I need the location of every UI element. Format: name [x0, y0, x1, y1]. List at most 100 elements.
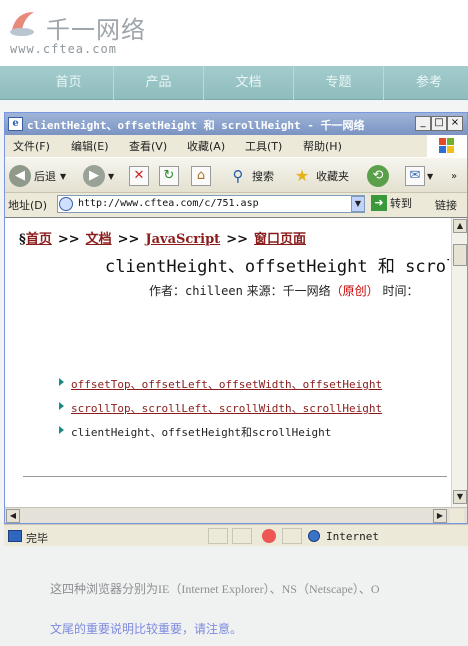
time-label: 时间： [378, 284, 419, 298]
site-logo-text[interactable]: 千一网络 [46, 10, 146, 45]
vertical-scrollbar[interactable]: ▲ ▼ [451, 218, 467, 508]
ie-page-icon: e [8, 117, 23, 131]
horizontal-scrollbar[interactable]: ◀ ▶ [5, 507, 467, 523]
nav-docs[interactable]: 文档 [204, 66, 294, 100]
back-button[interactable]: ◀ 后退 ▼ [9, 164, 66, 188]
author-name: chilleen [185, 284, 243, 298]
related-current: clientHeight、offsetHeight和scrollHeight [71, 426, 332, 439]
status-text: 完毕 [26, 532, 48, 545]
content-divider [23, 476, 447, 477]
back-dropdown-icon[interactable]: ▼ [60, 172, 66, 181]
related-link-scroll[interactable]: scrollTop、scrollLeft、scrollWidth、scrollH… [71, 402, 382, 415]
mail-icon: ✉ [405, 166, 425, 186]
address-page-icon [59, 197, 73, 211]
go-icon: ➜ [371, 195, 387, 211]
history-button[interactable]: ⟲ [367, 164, 392, 188]
breadcrumb-separator: >> [57, 232, 80, 247]
toolbar-overflow-icon[interactable]: » [451, 164, 457, 188]
breadcrumb-section-mark: § [19, 232, 26, 247]
window-title: clientHeight、offsetHeight 和 scrollHeight… [27, 119, 365, 132]
mail-button[interactable]: ✉ ▼ [405, 164, 433, 188]
menu-help[interactable]: 帮助(H) [303, 138, 342, 154]
breadcrumb: §首页 >> 文档 >> JavaScript >> 窗口页面 [19, 228, 306, 247]
scroll-right-icon[interactable]: ▶ [433, 509, 447, 523]
mail-dropdown-icon[interactable]: ▼ [427, 172, 433, 181]
scroll-down-icon[interactable]: ▼ [453, 490, 467, 504]
source-tag: （原创） [330, 284, 379, 298]
address-input[interactable]: http://www.cftea.com/c/751.asp [57, 195, 365, 213]
back-label: 后退 [34, 170, 56, 183]
ie-window: e clientHeight、offsetHeight 和 scrollHeig… [4, 112, 468, 524]
breadcrumb-separator: >> [226, 232, 248, 247]
forward-icon: ▶ [83, 165, 105, 187]
nav-reference[interactable]: 参考 [384, 66, 468, 100]
address-bar: 地址(D) http://www.cftea.com/c/751.asp ▼ ➜… [5, 193, 467, 215]
source-name: 千一网络 [282, 284, 331, 298]
nav-topics[interactable]: 专题 [294, 66, 384, 100]
status-cell [282, 528, 302, 544]
related-link-offset[interactable]: offsetTop、offsetLeft、offsetWidth、offsetH… [71, 378, 382, 391]
go-label: 转到 [390, 197, 412, 210]
home-icon: ⌂ [191, 166, 211, 186]
favorites-label: 收藏夹 [316, 170, 349, 183]
refresh-button[interactable]: ↻ [159, 164, 179, 188]
scroll-left-icon[interactable]: ◀ [6, 509, 20, 523]
back-icon: ◀ [9, 165, 31, 187]
search-icon: ⚲ [232, 167, 244, 185]
list-item: clientHeight、offsetHeight和scrollHeight [57, 424, 382, 448]
bullet-icon [59, 426, 64, 434]
done-icon [8, 530, 22, 542]
close-icon[interactable]: × [447, 116, 463, 131]
address-label: 地址(D) [8, 199, 48, 212]
site-text-browsers: 这四种浏览器分别为IE（Internet Explorer）、NS（Netsca… [50, 582, 380, 596]
source-label: 来源： [242, 284, 283, 298]
menu-file[interactable]: 文件(F) [13, 138, 50, 154]
bullet-icon [59, 402, 64, 410]
favorites-button[interactable]: ★ 收藏夹 [291, 164, 349, 188]
menu-tools[interactable]: 工具(T) [245, 138, 282, 154]
breadcrumb-docs[interactable]: 文档 [86, 232, 112, 247]
home-button[interactable]: ⌂ [191, 164, 211, 188]
popup-blocked-icon[interactable] [262, 529, 276, 543]
favorites-icon: ★ [294, 166, 310, 185]
go-button[interactable]: ➜ 转到 [371, 195, 412, 211]
links-button[interactable]: 链接 [435, 197, 457, 213]
logo-icon [10, 12, 34, 36]
nav-home[interactable]: 首页 [24, 66, 114, 100]
page-title: clientHeight、offsetHeight 和 scrollHeight [105, 257, 449, 277]
article-meta: 作者：chilleen 来源：千一网络（原创） 时间： [149, 282, 449, 299]
forward-dropdown-icon[interactable]: ▼ [108, 172, 114, 181]
list-item: offsetTop、offsetLeft、offsetWidth、offsetH… [57, 376, 382, 400]
refresh-icon: ↻ [159, 166, 179, 186]
minimize-icon[interactable]: _ [415, 116, 431, 131]
internet-zone-icon [308, 530, 320, 542]
search-label: 搜索 [252, 170, 274, 183]
site-text-note[interactable]: 文尾的重要说明比较重要，请注意。 [50, 620, 242, 637]
menu-view[interactable]: 查看(V) [129, 138, 167, 154]
breadcrumb-separator: >> [117, 232, 140, 247]
scroll-up-icon[interactable]: ▲ [453, 219, 467, 233]
security-zone-label: Internet [326, 530, 379, 543]
scroll-corner [450, 509, 464, 523]
search-button[interactable]: ⚲ 搜索 [227, 164, 275, 188]
breadcrumb-window-page[interactable]: 窗口页面 [254, 232, 306, 247]
bullet-icon [59, 378, 64, 386]
stop-button[interactable]: ✕ [129, 164, 149, 188]
address-dropdown-icon[interactable]: ▼ [351, 196, 365, 212]
forward-button[interactable]: ▶ ▼ [83, 164, 114, 188]
site-nav: 首页 产品 文档 专题 参考 [0, 66, 468, 100]
breadcrumb-home[interactable]: 首页 [26, 232, 52, 247]
menu-edit[interactable]: 编辑(E) [71, 138, 109, 154]
list-item: scrollTop、scrollLeft、scrollWidth、scrollH… [57, 400, 382, 424]
page-viewport: §首页 >> 文档 >> JavaScript >> 窗口页面 clientHeight、o… [5, 217, 467, 508]
menu-favorites[interactable]: 收藏(A) [187, 138, 225, 154]
title-bar[interactable]: e clientHeight、offsetHeight 和 scrollHeig… [5, 113, 467, 135]
menu-bar: 文件(F) 编辑(E) 查看(V) 收藏(A) 工具(T) 帮助(H) [5, 135, 467, 157]
toolbar: ◀ 后退 ▼ ▶ ▼ ✕ ↻ ⌂ ⚲ 搜索 ★ 收藏夹 ⟲ ✉ ▼ » [5, 157, 467, 193]
status-bar: 完毕 Internet [4, 524, 468, 546]
maximize-icon[interactable]: □ [431, 116, 447, 131]
stop-icon: ✕ [129, 166, 149, 186]
breadcrumb-javascript[interactable]: JavaScript [145, 232, 220, 247]
scroll-thumb[interactable] [453, 244, 467, 266]
nav-products[interactable]: 产品 [114, 66, 204, 100]
